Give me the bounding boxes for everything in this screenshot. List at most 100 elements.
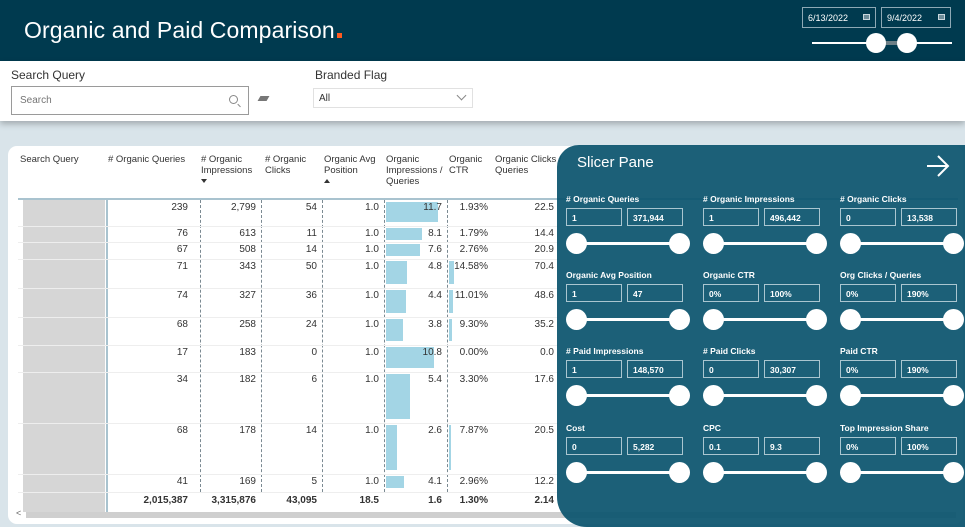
slicer-min-handle[interactable]	[566, 462, 587, 483]
slicer-max-input[interactable]: 190%	[901, 284, 957, 302]
date-range-end-handle[interactable]	[897, 33, 917, 53]
slicer-max-handle[interactable]	[943, 309, 964, 330]
slicer-max-input[interactable]: 148,570	[627, 360, 683, 378]
eraser-icon[interactable]	[257, 96, 270, 101]
sort-ascending-icon[interactable]	[324, 179, 330, 183]
calendar-icon[interactable]	[938, 14, 945, 20]
slicer-min-handle[interactable]	[840, 233, 861, 254]
slicer-min-input[interactable]: 0.1	[703, 437, 759, 455]
range-slicer: Top Impression Share 0% 100%	[840, 423, 965, 495]
slicer-min-input[interactable]: 1	[566, 284, 622, 302]
table-cell: 0	[311, 347, 317, 358]
slicer-max-handle[interactable]	[669, 462, 690, 483]
column-header-label: # Organic Clicks	[265, 154, 307, 176]
slicer-min-handle[interactable]	[840, 462, 861, 483]
table-cell: 20.9	[534, 244, 554, 255]
slicer-min-handle[interactable]	[703, 462, 724, 483]
column-header[interactable]: Organic Impressions / Queries	[386, 154, 446, 187]
range-slicer: Cost 0 5,282	[566, 423, 691, 495]
column-header[interactable]: Organic Clicks / Queries	[495, 154, 565, 176]
slicer-max-input[interactable]: 13,538	[901, 208, 957, 226]
slicer-track[interactable]	[713, 242, 817, 245]
date-range-start-handle[interactable]	[866, 33, 886, 53]
slicer-max-handle[interactable]	[943, 385, 964, 406]
slicer-max-input[interactable]: 30,307	[764, 360, 820, 378]
slicer-pane: Slicer Pane # Organic Queries 1 371,944 # O…	[557, 145, 965, 527]
column-header[interactable]: # Organic Queries	[108, 154, 198, 165]
search-query-box[interactable]	[11, 86, 249, 115]
slicer-max-input[interactable]: 371,944	[627, 208, 683, 226]
slicer-max-handle[interactable]	[806, 233, 827, 254]
slicer-max-input[interactable]: 47	[627, 284, 683, 302]
end-date-input[interactable]: 9/4/2022	[881, 7, 951, 28]
row-divider	[18, 259, 558, 260]
slicer-track[interactable]	[850, 318, 954, 321]
column-header[interactable]: # Organic Impressions	[201, 154, 263, 183]
start-date-input[interactable]: 6/13/2022	[802, 7, 876, 28]
slicer-track[interactable]	[850, 394, 954, 397]
slicer-max-handle[interactable]	[943, 462, 964, 483]
slicer-track[interactable]	[576, 318, 680, 321]
slicer-track[interactable]	[713, 394, 817, 397]
slicer-max-handle[interactable]	[806, 462, 827, 483]
slicer-min-input[interactable]: 0	[566, 437, 622, 455]
column-header[interactable]: Organic CTR	[449, 154, 494, 176]
slicer-max-handle[interactable]	[806, 385, 827, 406]
sort-descending-icon[interactable]	[201, 179, 207, 183]
slicer-max-handle[interactable]	[806, 309, 827, 330]
search-input[interactable]	[20, 95, 210, 106]
range-slicer: Org Clicks / Queries 0% 190%	[840, 270, 965, 342]
slicer-min-handle[interactable]	[566, 233, 587, 254]
slicer-min-input[interactable]: 0%	[840, 360, 896, 378]
slicer-track[interactable]	[576, 242, 680, 245]
slicer-max-input[interactable]: 190%	[901, 360, 957, 378]
slicer-track[interactable]	[576, 471, 680, 474]
slicer-track[interactable]	[713, 471, 817, 474]
slicer-max-handle[interactable]	[669, 309, 690, 330]
slicer-min-input[interactable]: 0%	[840, 284, 896, 302]
slicer-min-handle[interactable]	[703, 309, 724, 330]
slicer-max-handle[interactable]	[669, 233, 690, 254]
table-cell: 17.6	[534, 374, 554, 385]
slicer-min-input[interactable]: 0	[840, 208, 896, 226]
table-cell: 41	[176, 476, 188, 487]
slicer-track[interactable]	[850, 242, 954, 245]
slicer-min-handle[interactable]	[566, 385, 587, 406]
scroll-left-icon[interactable]: <	[16, 508, 21, 518]
branded-flag-dropdown[interactable]: All	[313, 88, 473, 108]
slicer-track[interactable]	[576, 394, 680, 397]
slicer-max-input[interactable]: 5,282	[627, 437, 683, 455]
arrow-right-icon[interactable]	[925, 155, 951, 177]
slicer-min-input[interactable]: 1	[566, 208, 622, 226]
slicer-max-input[interactable]: 496,442	[764, 208, 820, 226]
slicer-max-input[interactable]: 9.3	[764, 437, 820, 455]
slicer-min-handle[interactable]	[840, 309, 861, 330]
row-divider	[18, 226, 558, 227]
slicer-min-input[interactable]: 1	[566, 360, 622, 378]
search-query-label: Search Query	[11, 68, 86, 82]
search-icon[interactable]	[229, 95, 238, 104]
slicer-min-handle[interactable]	[566, 309, 587, 330]
slicer-min-handle[interactable]	[703, 233, 724, 254]
table-cell: 1.79%	[459, 228, 488, 239]
slicer-min-handle[interactable]	[703, 385, 724, 406]
slicer-min-input[interactable]: 1	[703, 208, 759, 226]
slicer-max-handle[interactable]	[943, 233, 964, 254]
column-header[interactable]: # Organic Clicks	[265, 154, 321, 176]
table-cell: 178	[239, 425, 256, 436]
calendar-icon[interactable]	[863, 14, 870, 20]
slicer-max-input[interactable]: 100%	[901, 437, 957, 455]
slicer-track[interactable]	[850, 471, 954, 474]
column-header[interactable]: Organic Avg Position	[324, 154, 384, 183]
slicer-min-input[interactable]: 0%	[840, 437, 896, 455]
slicer-max-handle[interactable]	[669, 385, 690, 406]
column-header[interactable]: Search Query	[20, 154, 108, 165]
range-slicer: # Paid Impressions 1 148,570	[566, 346, 691, 418]
table-cell: 183	[239, 347, 256, 358]
slicer-min-input[interactable]: 0%	[703, 284, 759, 302]
slicer-min-input[interactable]: 0	[703, 360, 759, 378]
slicer-min-handle[interactable]	[840, 385, 861, 406]
slicer-track[interactable]	[713, 318, 817, 321]
table-cell: 24	[305, 319, 317, 330]
slicer-max-input[interactable]: 100%	[764, 284, 820, 302]
